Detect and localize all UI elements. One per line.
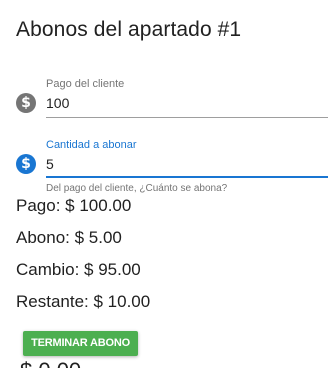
summary-pago: Pago: $ 100.00 xyxy=(16,196,132,215)
abonos-dialog: Abonos del apartado #1 $ Pago del client… xyxy=(0,0,328,368)
pago-cliente-underline xyxy=(46,117,328,118)
cutoff-total: $ 0.00 xyxy=(20,360,81,368)
summary-abono: Abono: $ 5.00 xyxy=(16,228,122,247)
cantidad-abonar-label: Cantidad a abonar xyxy=(46,139,137,151)
cantidad-abonar-input[interactable]: 5 xyxy=(46,156,54,172)
cantidad-abonar-underline xyxy=(46,176,328,178)
summary-cambio: Cambio: $ 95.00 xyxy=(16,260,141,279)
pago-cliente-label: Pago del cliente xyxy=(46,78,125,90)
summary-restante: Restante: $ 10.00 xyxy=(16,292,151,311)
pago-cliente-input[interactable]: 100 xyxy=(46,95,69,111)
cantidad-abonar-hint: Del pago del cliente, ¿Cuánto se abona? xyxy=(46,183,228,194)
pago-cliente-field[interactable]: $ Pago del cliente 100 xyxy=(16,76,328,120)
cantidad-abonar-field[interactable]: $ Cantidad a abonar 5 Del pago del clien… xyxy=(16,138,328,202)
dollar-icon: $ xyxy=(16,154,36,174)
dialog-title: Abonos del apartado #1 xyxy=(16,18,242,41)
dollar-icon: $ xyxy=(16,93,36,113)
terminar-abono-button[interactable]: TERMINAR ABONO xyxy=(23,331,138,356)
